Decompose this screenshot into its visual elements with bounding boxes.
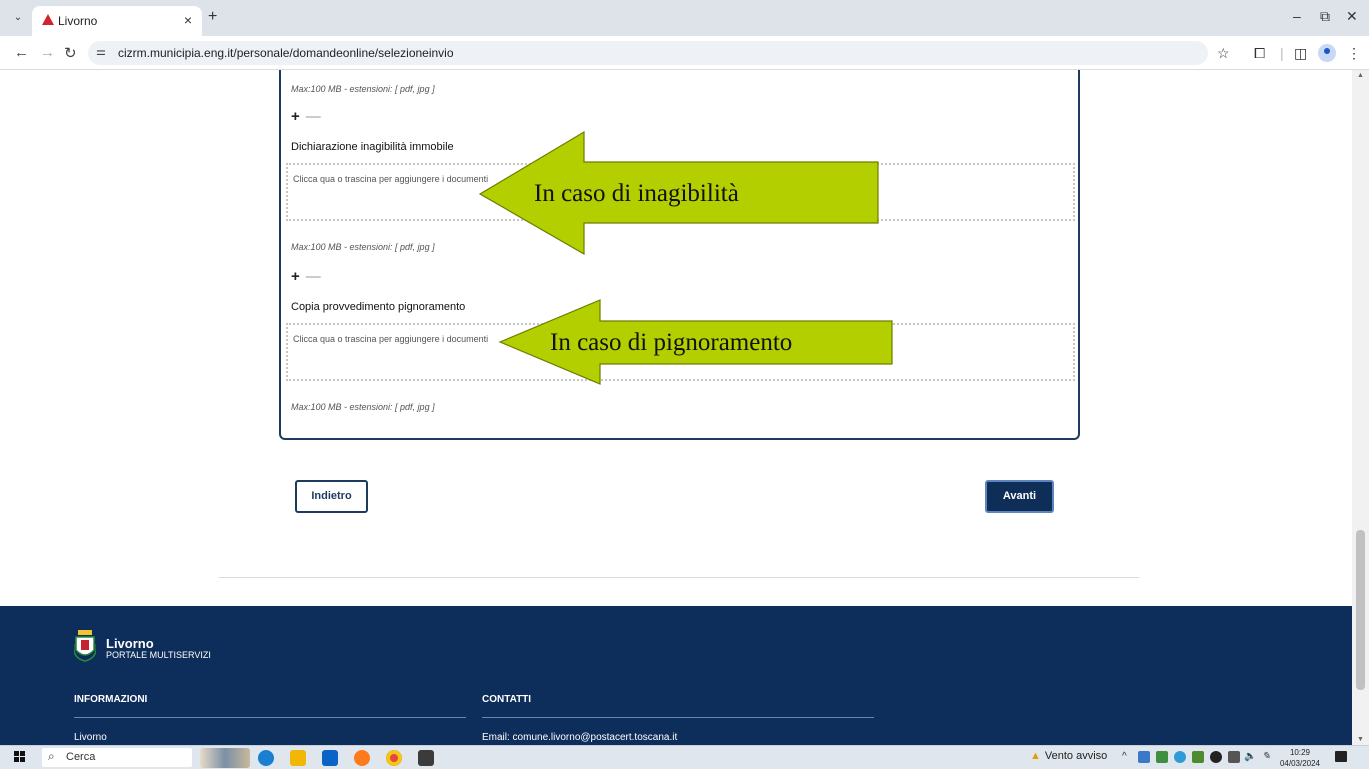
network-icon[interactable] [1228, 751, 1240, 763]
chrome-icon[interactable] [386, 750, 402, 766]
clock-time: 10:29 [1289, 748, 1311, 757]
scroll-down-icon[interactable]: ▼ [1357, 736, 1364, 743]
close-window-icon[interactable]: ✕ [1346, 8, 1358, 25]
new-tab-icon[interactable]: + [208, 8, 217, 26]
next-button[interactable]: Avanti [985, 480, 1054, 513]
browser-tab[interactable]: Livorno × [32, 6, 202, 36]
warning-icon: ▲ [1030, 750, 1041, 762]
tab-search-chevron-icon[interactable]: ⌄ [8, 8, 28, 28]
weather-widget[interactable]: ▲ Vento avviso [1030, 750, 1107, 762]
footer-divider [74, 717, 466, 718]
livorno-crest-icon [74, 630, 96, 662]
taskbar-search-box[interactable]: ⌕ Cerca [42, 748, 192, 767]
pen-icon[interactable]: ✎ [1262, 751, 1270, 762]
scroll-thumb[interactable] [1356, 530, 1365, 690]
tray-app-icon[interactable] [1210, 751, 1222, 763]
extensions-icon[interactable]: ⧠ [1254, 45, 1265, 62]
omnibox[interactable]: ⚌ cizrm.municipia.eng.it/personale/doman… [88, 41, 1208, 65]
site-info-icon[interactable]: ⚌ [96, 45, 106, 58]
profile-avatar-icon[interactable] [1318, 44, 1336, 62]
upload-hint: Max:100 MB - estensioni: [ pdf, jpg ] [291, 242, 435, 252]
footer-divider [482, 717, 874, 718]
url-text[interactable]: cizrm.municipia.eng.it/personale/domande… [118, 46, 454, 60]
menu-kebab-icon[interactable]: ⋮ [1347, 45, 1361, 62]
footer-heading-informazioni: INFORMAZIONI [74, 694, 148, 705]
forward-arrow-icon[interactable]: → [40, 44, 55, 61]
file-explorer-icon[interactable] [290, 750, 306, 766]
back-button[interactable]: Indietro [295, 480, 368, 513]
add-remove-controls: + — [291, 268, 321, 285]
volume-icon[interactable]: 🔈 [1244, 751, 1256, 762]
upload-hint: Max:100 MB - estensioni: [ pdf, jpg ] [291, 402, 435, 412]
annotation-label-pignoramento: In caso di pignoramento [550, 329, 793, 356]
scroll-up-icon[interactable]: ▲ [1357, 72, 1364, 79]
search-highlight-image[interactable] [200, 748, 250, 768]
annotation-label-inagibilita: In caso di inagibilità [534, 180, 739, 207]
notifications-icon[interactable] [1335, 751, 1347, 762]
minimize-icon[interactable]: – [1293, 8, 1301, 24]
plus-icon[interactable]: + [291, 268, 300, 285]
dropzone-text: Clicca qua o trascina per aggiungere i d… [293, 174, 489, 184]
search-placeholder: Cerca [66, 751, 96, 763]
edge-browser-icon[interactable] [258, 750, 274, 766]
weather-text: Vento avviso [1044, 750, 1108, 762]
footer-brand-name[interactable]: Livorno [106, 636, 154, 651]
plus-icon[interactable]: + [291, 108, 300, 125]
tab-close-icon[interactable]: × [184, 12, 192, 28]
toolbar-divider: | [1280, 45, 1284, 61]
windows-taskbar: ⌕ Cerca ▲ Vento avviso ^ 🔈 ✎ 10:29 04/03/… [0, 745, 1369, 769]
bookmark-star-icon[interactable]: ☆ [1217, 45, 1230, 62]
footer-link-livorno[interactable]: Livorno [74, 732, 107, 743]
content-divider [219, 577, 1139, 578]
livorno-favicon-icon [42, 14, 54, 25]
footer-brand-subtitle: PORTALE MULTISERVIZI [106, 650, 211, 660]
outlook-icon[interactable] [322, 750, 338, 766]
tray-app-icon[interactable] [1174, 751, 1186, 763]
site-footer: Livorno PORTALE MULTISERVIZI INFORMAZION… [0, 606, 1352, 745]
reload-icon[interactable]: ↻ [64, 44, 77, 62]
restore-icon[interactable]: ⧉ [1320, 8, 1330, 25]
address-toolbar: ← → ↻ ⚌ cizrm.municipia.eng.it/personale… [0, 36, 1369, 70]
add-remove-controls: + — [291, 108, 321, 125]
browser-tab-bar: ⌄ Livorno × + – ⧉ ✕ [0, 0, 1369, 36]
doc-label-inagibilita: Dichiarazione inagibilità immobile [291, 141, 454, 153]
search-icon: ⌕ [48, 749, 55, 763]
footer-heading-contatti: CONTATTI [482, 694, 532, 705]
upload-hint: Max:100 MB - estensioni: [ pdf, jpg ] [291, 84, 435, 94]
tray-chevron-icon[interactable]: ^ [1122, 751, 1127, 762]
page-viewport: Max:100 MB - estensioni: [ pdf, jpg ] + —… [0, 70, 1352, 745]
app-icon[interactable] [418, 750, 434, 766]
back-arrow-icon[interactable]: ← [14, 44, 29, 61]
tray-app-icon[interactable] [1192, 751, 1204, 763]
firefox-icon[interactable] [354, 750, 370, 766]
tray-app-icon[interactable] [1156, 751, 1168, 763]
minus-icon[interactable]: — [306, 268, 321, 285]
windows-start-icon[interactable] [14, 751, 26, 763]
footer-email-link[interactable]: Email: comune.livorno@postacert.toscana.… [482, 732, 677, 743]
clock-date: 04/03/2024 [1279, 759, 1321, 768]
minus-icon[interactable]: — [306, 108, 321, 125]
doc-label-pignoramento: Copia provvedimento pignoramento [291, 301, 466, 313]
dropzone-text: Clicca qua o trascina per aggiungere i d… [293, 334, 489, 344]
side-panel-icon[interactable]: ◫ [1294, 45, 1307, 62]
page-scrollbar[interactable]: ▲ ▼ [1352, 70, 1369, 745]
tab-title: Livorno [58, 14, 98, 28]
taskbar-clock[interactable]: 10:29 04/03/2024 [1278, 747, 1322, 769]
tray-app-icon[interactable] [1138, 751, 1150, 763]
